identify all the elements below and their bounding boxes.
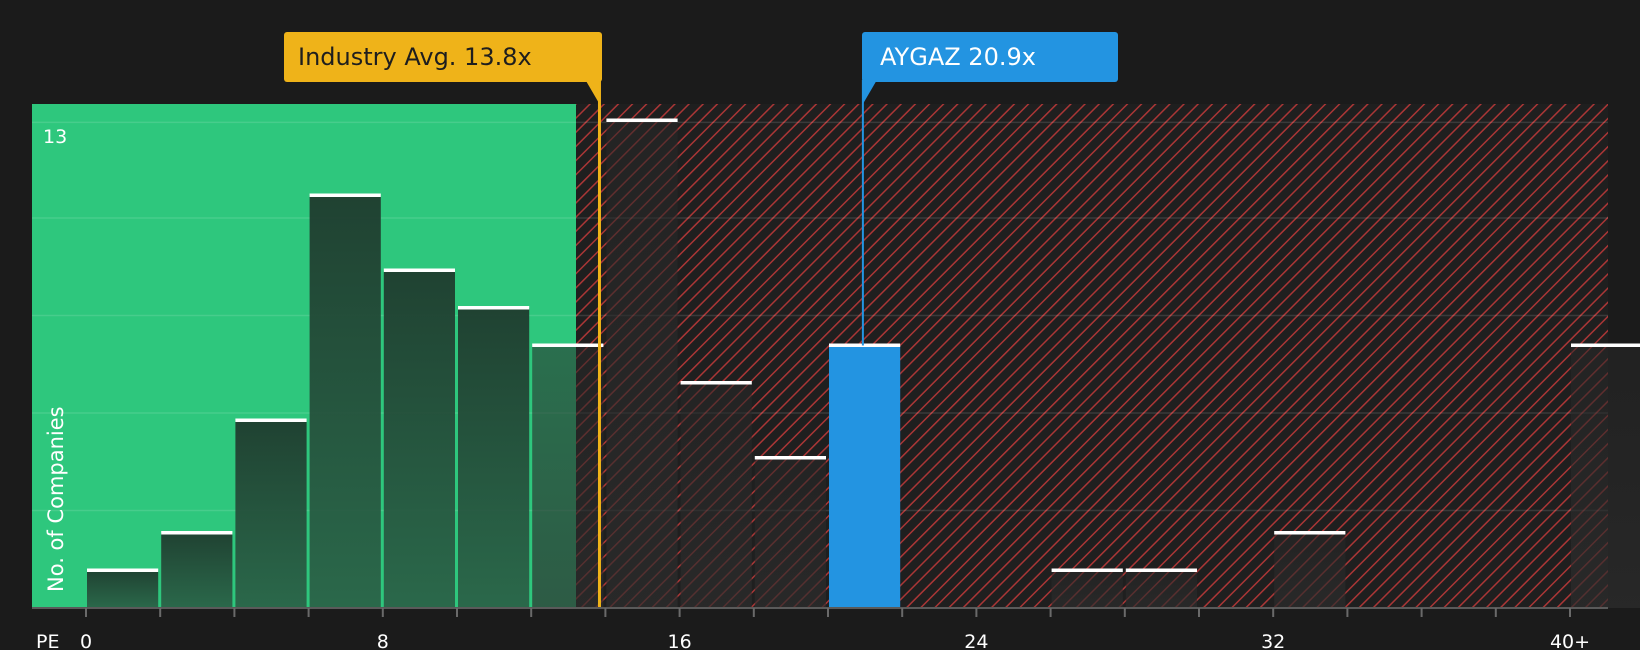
bar-cap <box>606 118 678 122</box>
company-pe-callout: AYGAZ 20.9x <box>862 32 1118 82</box>
histogram-bar <box>532 345 604 608</box>
histogram-bar <box>1571 345 1640 608</box>
bar-cap <box>1274 531 1346 535</box>
histogram-bar <box>1274 533 1346 608</box>
industry-callout-pointer <box>585 80 600 104</box>
y-axis-max-label: 13 <box>43 126 67 148</box>
histogram-bar <box>161 533 233 608</box>
bar-cap <box>1125 568 1197 572</box>
histogram-bar <box>680 383 752 608</box>
x-axis-label: PE <box>36 631 59 650</box>
bar-cap <box>829 343 901 347</box>
bar-cap <box>680 381 752 385</box>
x-axis-tick-label: 8 <box>377 631 389 650</box>
histogram-bar <box>1051 570 1123 608</box>
x-axis-tick-label: 0 <box>80 631 92 650</box>
histogram-bar <box>309 195 381 608</box>
x-axis-tick-label: 16 <box>668 631 692 650</box>
bar-cap <box>383 268 455 272</box>
bar-cap <box>309 193 381 197</box>
histogram-bar <box>606 120 678 608</box>
bar-cap <box>458 306 530 310</box>
histogram-bar <box>754 458 826 608</box>
histogram-bar <box>383 270 455 608</box>
bar-cap <box>87 568 159 572</box>
histogram-bar <box>87 570 159 608</box>
bar-cap <box>235 418 307 422</box>
x-axis-tick-label: 32 <box>1261 631 1285 650</box>
histogram-bar <box>458 308 530 608</box>
bar-cap <box>532 343 604 347</box>
bar-cap <box>161 531 233 535</box>
pe-histogram-chart: 0 8 16 24 32 40+ 13 No. of Companies PE <box>32 80 1640 650</box>
industry-average-callout: Industry Avg. 13.8x <box>284 32 602 82</box>
company-bar <box>829 345 901 608</box>
bar-cap <box>1051 568 1123 572</box>
x-axis-tick-label: 24 <box>964 631 988 650</box>
bar-cap <box>1571 343 1640 347</box>
bar-cap <box>754 456 826 460</box>
histogram-bar <box>1125 570 1197 608</box>
company-callout-pointer <box>862 80 877 104</box>
histogram-bar <box>235 420 307 608</box>
y-axis-label: No. of Companies <box>44 406 68 592</box>
x-axis-tick-label: 40+ <box>1550 631 1590 650</box>
